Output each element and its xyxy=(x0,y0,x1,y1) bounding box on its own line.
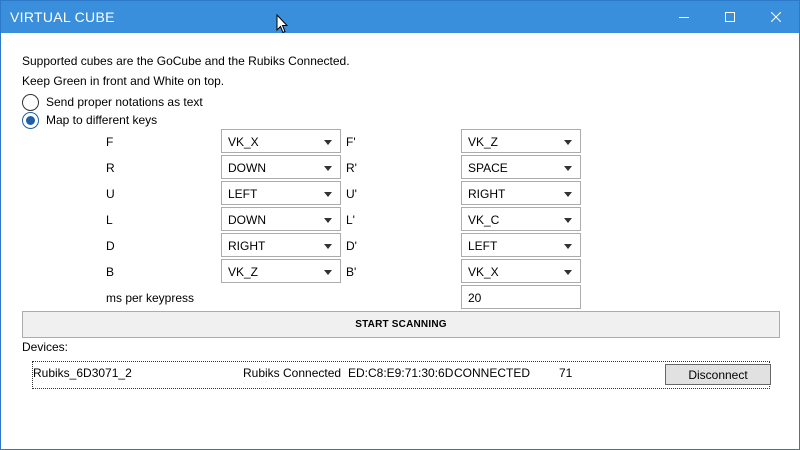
move-label-d-prime: D' xyxy=(346,239,357,253)
move-label-u-prime: U' xyxy=(346,187,357,201)
radio-send-text[interactable]: Send proper notations as text xyxy=(22,93,203,111)
key-select-r[interactable]: DOWN xyxy=(221,155,341,179)
radio-map-keys-label: Map to different keys xyxy=(46,113,158,127)
device-row[interactable]: Rubiks_6D3071_2 Rubiks Connected ED:C8:E… xyxy=(32,361,771,389)
move-label-r-prime: R' xyxy=(346,161,357,175)
key-select-l-value: DOWN xyxy=(228,213,266,227)
key-select-r-prime[interactable]: SPACE xyxy=(461,155,581,179)
key-select-b[interactable]: VK_Z xyxy=(221,259,341,283)
key-select-d-prime[interactable]: LEFT xyxy=(461,233,581,257)
move-label-l-prime: L' xyxy=(346,213,355,227)
move-label-f: F xyxy=(106,135,114,149)
device-type: Rubiks Connected xyxy=(243,366,342,380)
radio-map-keys-circle[interactable] xyxy=(22,111,39,129)
move-label-b: B xyxy=(106,265,115,279)
keypress-ms-value: 20 xyxy=(468,291,482,305)
move-label-b-prime: B' xyxy=(346,265,357,279)
key-select-r-value: DOWN xyxy=(228,161,266,175)
key-select-u[interactable]: LEFT xyxy=(221,181,341,205)
key-select-u-prime[interactable]: RIGHT xyxy=(461,181,581,205)
devices-label: Devices: xyxy=(22,340,69,354)
chevron-down-icon xyxy=(324,218,332,223)
key-select-f-prime-value: VK_Z xyxy=(468,135,499,149)
app-window: VIRTUAL CUBE Supported cubes are the GoC… xyxy=(0,0,800,450)
radio-send-text-label: Send proper notations as text xyxy=(46,95,203,109)
chevron-down-icon xyxy=(324,244,332,249)
key-select-u-value: LEFT xyxy=(228,187,258,201)
move-label-d: D xyxy=(106,239,115,253)
chevron-down-icon xyxy=(324,140,332,145)
radio-map-keys[interactable]: Map to different keys xyxy=(22,111,157,129)
disconnect-button[interactable]: Disconnect xyxy=(665,364,771,385)
chevron-down-icon xyxy=(564,166,572,171)
close-icon xyxy=(771,12,781,22)
key-select-f-prime[interactable]: VK_Z xyxy=(461,129,581,153)
key-select-r-prime-value: SPACE xyxy=(468,161,508,175)
chevron-down-icon xyxy=(324,192,332,197)
title-bar[interactable]: VIRTUAL CUBE xyxy=(1,1,799,34)
info-orientation: Keep Green in front and White on top. xyxy=(22,74,225,88)
maximize-icon xyxy=(725,12,735,22)
mouse-cursor-icon xyxy=(276,14,288,34)
key-select-d-prime-value: LEFT xyxy=(468,239,498,253)
move-label-u: U xyxy=(106,187,115,201)
keypress-label: ms per keypress xyxy=(106,291,195,305)
move-label-f-prime: F' xyxy=(346,135,356,149)
window-title: VIRTUAL CUBE xyxy=(10,9,115,25)
key-select-b-value: VK_Z xyxy=(228,265,259,279)
maximize-button[interactable] xyxy=(707,1,753,33)
key-select-l-prime-value: VK_C xyxy=(468,213,500,227)
key-select-b-prime[interactable]: VK_X xyxy=(461,259,581,283)
chevron-down-icon xyxy=(324,270,332,275)
key-select-u-prime-value: RIGHT xyxy=(468,187,506,201)
key-select-f-value: VK_X xyxy=(228,135,259,149)
key-select-l-prime[interactable]: VK_C xyxy=(461,207,581,231)
start-scanning-button[interactable]: START SCANNING xyxy=(22,311,780,338)
info-supported-cubes: Supported cubes are the GoCube and the R… xyxy=(22,54,350,68)
close-button[interactable] xyxy=(753,1,799,33)
keypress-ms-input[interactable]: 20 xyxy=(461,285,581,309)
key-select-f[interactable]: VK_X xyxy=(221,129,341,153)
move-label-l: L xyxy=(106,213,113,227)
key-select-b-prime-value: VK_X xyxy=(468,265,499,279)
device-battery: 71 xyxy=(559,366,573,380)
chevron-down-icon xyxy=(564,244,572,249)
radio-send-text-circle[interactable] xyxy=(22,93,39,111)
device-address: ED:C8:E9:71:30:6D xyxy=(348,366,454,380)
chevron-down-icon xyxy=(324,166,332,171)
key-select-d-value: RIGHT xyxy=(228,239,266,253)
move-label-r: R xyxy=(106,161,115,175)
device-status: CONNECTED xyxy=(454,366,531,380)
chevron-down-icon xyxy=(564,192,572,197)
device-name: Rubiks_6D3071_2 xyxy=(33,366,132,380)
minimize-button[interactable] xyxy=(661,1,707,33)
chevron-down-icon xyxy=(564,270,572,275)
chevron-down-icon xyxy=(564,140,572,145)
key-select-l[interactable]: DOWN xyxy=(221,207,341,231)
key-select-d[interactable]: RIGHT xyxy=(221,233,341,257)
chevron-down-icon xyxy=(564,218,572,223)
minimize-icon xyxy=(679,17,689,18)
